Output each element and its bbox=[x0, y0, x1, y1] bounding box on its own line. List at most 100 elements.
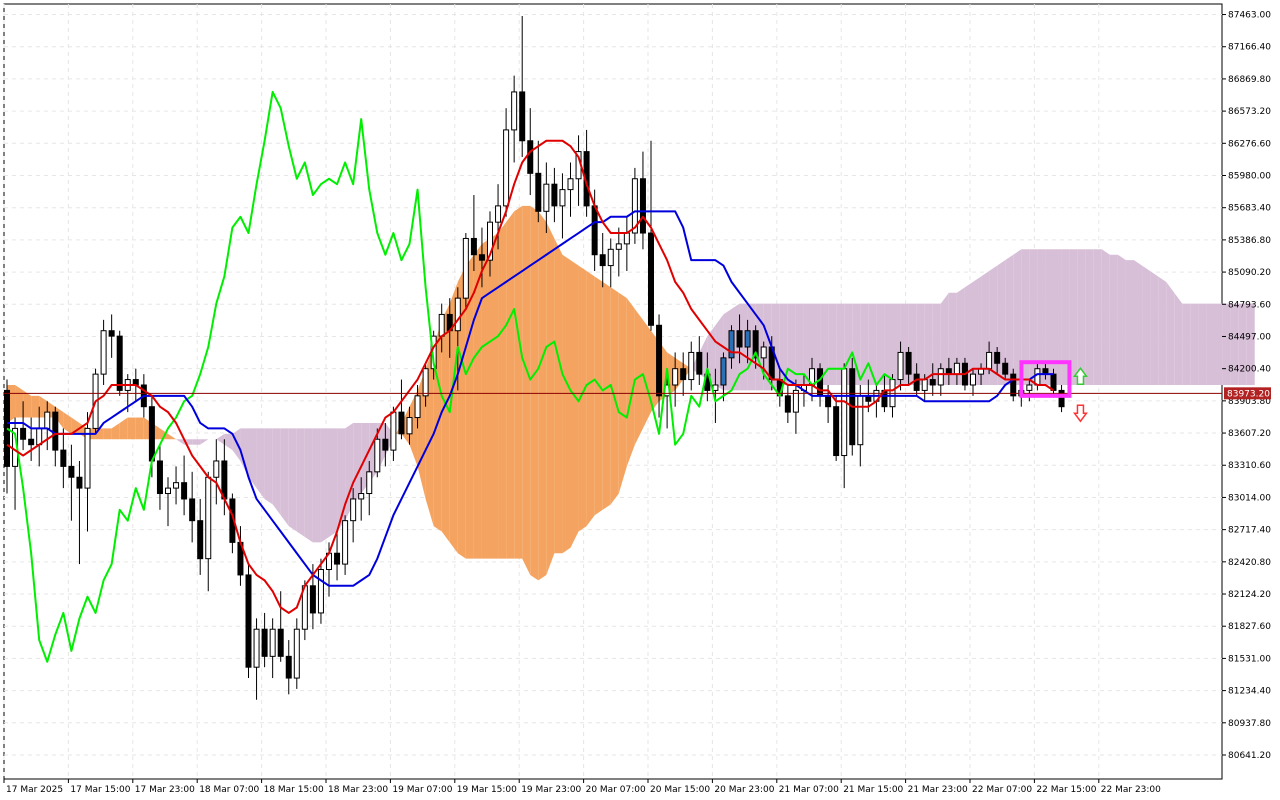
candle-body-bull bbox=[406, 417, 413, 435]
kumo-bear-segment bbox=[828, 303, 837, 385]
kumo-bull-segment bbox=[506, 211, 515, 559]
kumo-bear-segment bbox=[1101, 249, 1110, 385]
candle-body-bull bbox=[712, 384, 719, 391]
candle-body-bear bbox=[680, 368, 687, 381]
candle-body-bull bbox=[841, 368, 848, 457]
y-tick-label: 83607.20 bbox=[1228, 429, 1271, 439]
y-tick-label: 82717.40 bbox=[1228, 526, 1271, 536]
candle-body-bear bbox=[68, 465, 75, 478]
candle-body-bull bbox=[44, 411, 51, 429]
y-tick-label: 82420.80 bbox=[1228, 558, 1271, 568]
candle-body-bear bbox=[639, 178, 646, 234]
kumo-bull-segment bbox=[31, 395, 40, 418]
candle-body-bear bbox=[156, 460, 163, 495]
candle-body-bear bbox=[189, 498, 196, 522]
kumo-bull-segment bbox=[490, 233, 499, 559]
candle-body-bear bbox=[197, 520, 204, 560]
y-tick-label: 81827.60 bbox=[1228, 622, 1271, 632]
kumo-bear-segment bbox=[1037, 249, 1046, 385]
y-tick-label: 86276.60 bbox=[1228, 139, 1271, 149]
candle-body-bull bbox=[454, 297, 461, 332]
y-tick-label: 84200.40 bbox=[1228, 365, 1271, 375]
candle-body-bull bbox=[760, 346, 767, 359]
kumo-bull-segment bbox=[127, 417, 136, 440]
kumo-bull-segment bbox=[538, 211, 547, 581]
kumo-bear-segment bbox=[876, 303, 885, 385]
candle-body-bear bbox=[817, 368, 824, 397]
kumo-bull-segment bbox=[642, 319, 651, 429]
candle-body-bull bbox=[511, 91, 518, 131]
candle-body-bear bbox=[784, 395, 791, 413]
candle-body-bear bbox=[245, 574, 252, 668]
kumo-bear-segment bbox=[1166, 281, 1175, 385]
candle bbox=[631, 167, 638, 244]
candle-body-bear bbox=[736, 330, 743, 348]
kumo-bear-segment bbox=[1150, 271, 1159, 385]
candle-body-bear bbox=[1010, 373, 1017, 397]
current-price-tag: 83973.20 bbox=[1224, 387, 1271, 400]
candle-body-bear bbox=[334, 552, 341, 565]
candle-body-bull bbox=[462, 237, 469, 299]
kumo-bull-segment bbox=[554, 238, 563, 554]
kumo-bear-segment bbox=[1053, 249, 1062, 385]
candle-body-bull bbox=[213, 460, 220, 478]
candle-body-bull bbox=[350, 498, 357, 522]
y-tick-label: 87166.40 bbox=[1228, 43, 1271, 53]
candle-body-bear bbox=[1002, 362, 1009, 375]
y-tick-label: 85386.80 bbox=[1228, 236, 1271, 246]
candle-body-bull bbox=[253, 628, 260, 668]
kumo-bear-segment bbox=[280, 428, 289, 527]
candle-body-bull bbox=[36, 427, 43, 446]
x-tick-label: 22 Mar 07:00 bbox=[972, 785, 1032, 795]
candle-body-bull bbox=[503, 129, 510, 207]
candle-body-bull bbox=[438, 313, 445, 337]
kumo-bull-segment bbox=[514, 205, 523, 559]
candle bbox=[462, 233, 469, 310]
candle-body-bull bbox=[559, 189, 566, 207]
candle-body-bear bbox=[116, 335, 123, 391]
candle-body-bear bbox=[181, 482, 188, 500]
candle-body-bull bbox=[672, 368, 679, 386]
kumo-bear-segment bbox=[1142, 265, 1151, 385]
candle-body-bull bbox=[567, 178, 574, 191]
candle-body-bear bbox=[591, 205, 598, 256]
kumo-bear-segment bbox=[304, 428, 313, 543]
kumo-bear-segment bbox=[1182, 303, 1191, 385]
candle-body-bear bbox=[108, 330, 115, 337]
candle bbox=[245, 564, 252, 679]
kumo-bull-segment bbox=[498, 222, 507, 559]
kumo-bear-segment bbox=[329, 428, 338, 537]
kumo-bull-segment bbox=[570, 260, 579, 548]
kumo-bull-segment bbox=[103, 428, 112, 440]
candle-body-bear bbox=[309, 585, 316, 614]
candle-body-bear bbox=[599, 254, 606, 267]
candle-body-bull bbox=[422, 368, 429, 397]
kumo-bull-segment bbox=[602, 281, 611, 510]
kumo-bear-segment bbox=[795, 303, 804, 385]
kumo-bear-segment bbox=[1174, 292, 1183, 385]
candle-body-bear bbox=[994, 351, 1001, 364]
candle-body-bull bbox=[100, 330, 107, 375]
kumo-bear-segment bbox=[1117, 254, 1126, 385]
y-tick-label: 83014.00 bbox=[1228, 493, 1271, 503]
y-tick-label: 84497.00 bbox=[1228, 332, 1271, 342]
y-tick-label: 83310.60 bbox=[1228, 461, 1271, 471]
x-tick-label: 17 Mar 23:00 bbox=[135, 785, 195, 795]
kumo-bull-segment bbox=[562, 254, 571, 554]
candle-body-bear bbox=[148, 406, 155, 462]
candle-body-bull bbox=[84, 427, 91, 489]
x-tick-label: 18 Mar 23:00 bbox=[328, 785, 388, 795]
candle-body-bull bbox=[607, 248, 614, 267]
x-tick-label: 19 Mar 23:00 bbox=[521, 785, 581, 795]
y-tick-label: 80641.20 bbox=[1228, 751, 1271, 761]
x-tick-label: 19 Mar 15:00 bbox=[457, 785, 517, 795]
candle-body-bull bbox=[390, 411, 397, 451]
y-tick-label: 85683.40 bbox=[1228, 204, 1271, 214]
candle-body-bear bbox=[277, 628, 284, 657]
candle-body-bear bbox=[28, 438, 35, 446]
candle-body-bear bbox=[261, 628, 268, 657]
x-tick-label: 21 Mar 07:00 bbox=[779, 785, 839, 795]
kumo-bull-segment bbox=[15, 384, 24, 418]
candle-body-bull bbox=[358, 493, 365, 500]
ichimoku-chart: 87463.00 87166.40 86869.80 86573.20 86276.60… bbox=[3, 3, 1271, 795]
